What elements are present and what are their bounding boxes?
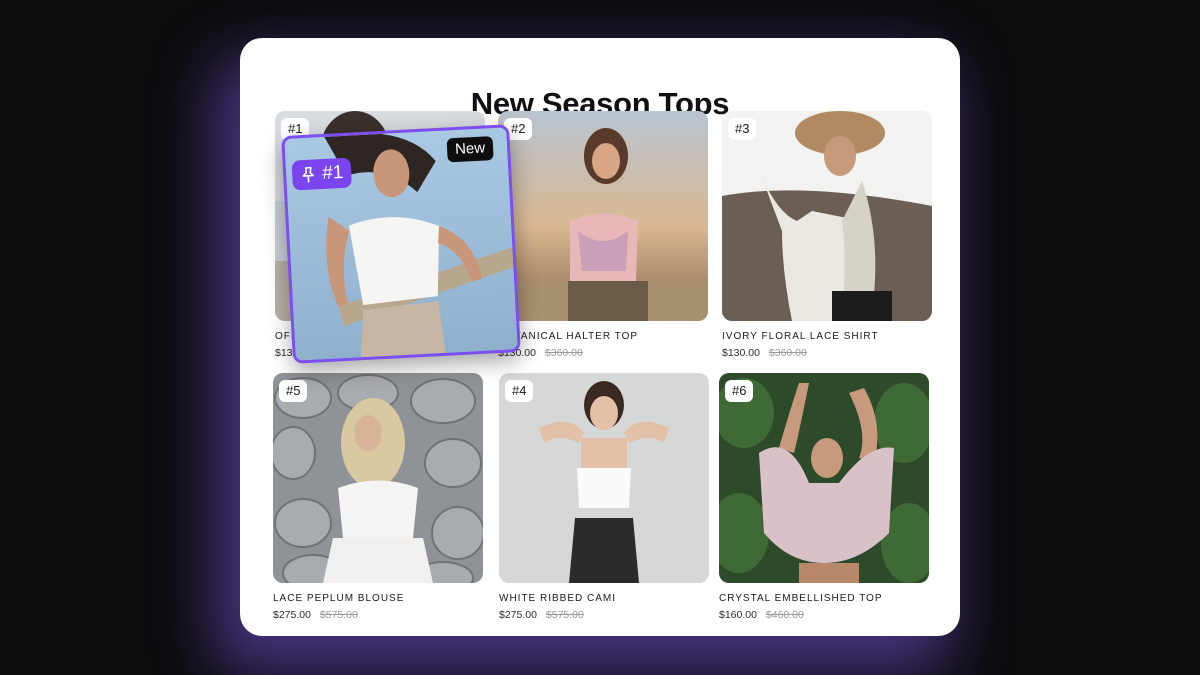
product-card-4[interactable]: #5 LACE PEPLUM BLOUSE $275.00 $575.00 <box>273 373 483 621</box>
rank-badge: #6 <box>725 380 754 402</box>
product-name[interactable]: LACE PEPLUM BLOUSE <box>273 593 404 604</box>
product-old-price: $360.00 <box>768 347 807 359</box>
product-prices: $130.00 $360.00 <box>722 347 807 359</box>
product-prices: $275.00 $575.00 <box>273 609 358 621</box>
product-card-6[interactable]: #6 CRYSTAL EMBELLISHED TOP $160.00 $460.… <box>719 373 929 621</box>
pinned-rank-label: #1 <box>321 161 344 185</box>
product-name[interactable]: WHITE RIBBED CAMI <box>499 593 616 604</box>
product-name[interactable]: CRYSTAL EMBELLISHED TOP <box>719 593 883 604</box>
pinned-rank-badge: #1 <box>291 157 353 191</box>
product-old-price: $575.00 <box>545 609 584 621</box>
product-image[interactable]: #5 <box>273 373 483 583</box>
product-name[interactable]: IVORY FLORAL LACE SHIRT <box>722 331 879 342</box>
product-card-2[interactable]: #2 BOTANICAL HALTER TOP $130.00 $360.00 <box>498 111 708 359</box>
product-image[interactable]: #2 <box>498 111 708 321</box>
product-card-5[interactable]: #4 WHITE RIBBED CAMI $275.00 $575.00 <box>499 373 709 621</box>
rank-badge: #3 <box>728 118 757 140</box>
product-image[interactable]: #3 <box>722 111 932 321</box>
rank-badge: #4 <box>505 380 534 402</box>
product-old-price: $575.00 <box>319 609 358 621</box>
product-old-price: $460.00 <box>765 609 804 621</box>
new-badge: New <box>446 136 494 163</box>
pin-icon <box>302 166 315 183</box>
product-price: $275.00 <box>273 609 311 621</box>
product-price: $160.00 <box>719 609 757 621</box>
rank-badge: #5 <box>279 380 308 402</box>
product-old-price: $360.00 <box>544 347 583 359</box>
product-image[interactable]: #6 <box>719 373 929 583</box>
product-prices: $275.00 $575.00 <box>499 609 584 621</box>
product-price: $275.00 <box>499 609 537 621</box>
product-prices: $160.00 $460.00 <box>719 609 804 621</box>
product-card-3[interactable]: #3 IVORY FLORAL LACE SHIRT $130.00 $360.… <box>722 111 932 359</box>
dragged-product-card[interactable]: #1 New <box>281 124 521 364</box>
product-image[interactable]: #4 <box>499 373 709 583</box>
product-price: $130.00 <box>722 347 760 359</box>
